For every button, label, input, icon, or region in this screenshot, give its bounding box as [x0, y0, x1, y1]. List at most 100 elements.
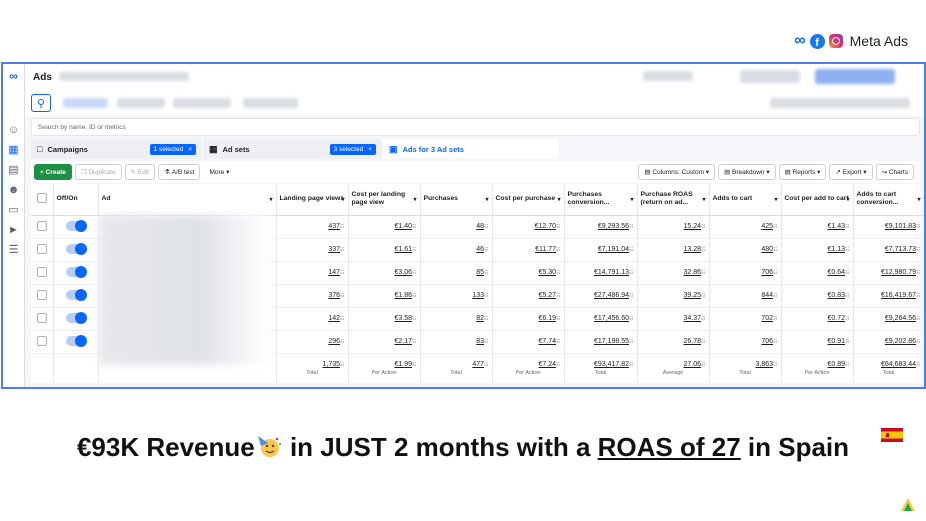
cell-purchase-roas[interactable]: 13.28 [637, 238, 710, 262]
cell-adds-to-cart-conversion[interactable]: €16,419.67 [853, 284, 924, 308]
total-cost-per-purchase[interactable]: €7.24Per Action [492, 353, 565, 383]
account-selector[interactable] [59, 72, 189, 81]
cell-cost-per-purchase[interactable]: €7.74 [492, 330, 565, 354]
cell-cost-per-purchase[interactable]: €5.30 [492, 261, 565, 285]
cell-cost-per-add-to-cart[interactable]: €0.83 [781, 284, 854, 308]
tab-campaigns[interactable]: □ Campaigns 1 selected × [31, 139, 203, 159]
account-icon[interactable]: ☺ [8, 124, 20, 136]
cell-lpv[interactable]: 376 [276, 284, 349, 308]
create-button[interactable]: + Create [34, 164, 72, 180]
duplicate-button[interactable]: ❐ Duplicate [74, 164, 122, 180]
toggle-cell[interactable] [53, 284, 99, 308]
audiences-icon[interactable]: ☻ [8, 184, 20, 196]
cell-lpv[interactable]: 437 [276, 215, 349, 239]
cell-purchases[interactable]: 85 [420, 261, 493, 285]
cell-cost-per-lpv[interactable]: €1.61 [348, 238, 421, 262]
cell-cost-per-purchase[interactable]: €5.27 [492, 284, 565, 308]
columns-button[interactable]: ▤ Columns: Custom ▾ [638, 164, 716, 180]
filter-had-delivery[interactable] [173, 98, 231, 108]
total-cost-per-add-to-cart[interactable]: €0.89Per Action [781, 353, 854, 383]
cell-purchases-conversion-value[interactable]: €9,293.56 [564, 215, 638, 239]
tab-ad-sets[interactable]: ▦ Ad sets 3 selected × [203, 139, 383, 159]
cell-purchase-roas[interactable]: 15.24 [637, 215, 710, 239]
row-checkbox-cell[interactable] [31, 330, 54, 354]
ad-toggle[interactable] [65, 288, 87, 301]
discard-drafts-button[interactable] [740, 70, 800, 83]
cell-adds-to-cart[interactable]: 844 [709, 284, 782, 308]
header-ad[interactable]: Ad ▾ [98, 184, 277, 216]
tab-ads[interactable]: ▣ Ads for 3 Ad sets [383, 139, 558, 159]
cell-purchases[interactable]: 46 [420, 238, 493, 262]
more-views[interactable] [243, 98, 298, 108]
row-checkbox[interactable] [36, 335, 47, 346]
cell-purchases-conversion-value[interactable]: €14,791.13 [564, 261, 638, 285]
cell-purchase-roas[interactable]: 26.78 [637, 330, 710, 354]
row-checkbox-cell[interactable] [31, 215, 54, 239]
cell-adds-to-cart[interactable]: 706 [709, 261, 782, 285]
header-cost-per-purchase[interactable]: Cost per purchase ▾ [492, 184, 565, 216]
cell-purchases[interactable]: 48 [420, 215, 493, 239]
header-cost-per-add-to-cart[interactable]: Cost per add to cart ▾ [781, 184, 854, 216]
cell-purchases-conversion-value[interactable]: €17,456.60 [564, 307, 638, 331]
row-checkbox-cell[interactable] [31, 238, 54, 262]
row-checkbox[interactable] [36, 266, 47, 277]
cell-cost-per-add-to-cart[interactable]: €0.91 [781, 330, 854, 354]
cell-adds-to-cart-conversion[interactable]: €9,101.83 [853, 215, 924, 239]
header-landing-page-views[interactable]: Landing page views ▾ [276, 184, 349, 216]
row-checkbox[interactable] [36, 289, 47, 300]
header-purchases[interactable]: Purchases ▾ [420, 184, 493, 216]
total-purchases[interactable]: 477Total [420, 353, 493, 383]
cell-purchases[interactable]: 83 [420, 330, 493, 354]
more-button[interactable]: More ▾ [203, 164, 236, 180]
cell-cost-per-lpv[interactable]: €1.86 [348, 284, 421, 308]
row-checkbox-cell[interactable] [31, 284, 54, 308]
toggle-cell[interactable] [53, 307, 99, 331]
cell-purchase-roas[interactable]: 32.86 [637, 261, 710, 285]
filter-all-ads[interactable] [63, 98, 108, 108]
search-icon[interactable]: ⚲ [31, 94, 51, 112]
cell-adds-to-cart-conversion[interactable]: €7,713.73 [853, 238, 924, 262]
cell-lpv[interactable]: 142 [276, 307, 349, 331]
row-checkbox[interactable] [36, 312, 47, 323]
cell-adds-to-cart-conversion[interactable]: €9,264.56 [853, 307, 924, 331]
filter-active-ads[interactable] [117, 98, 165, 108]
meta-logo-icon[interactable]: ∞ [8, 70, 20, 82]
charts-button[interactable]: ↝ Charts [875, 164, 914, 180]
ad-toggle[interactable] [65, 334, 87, 347]
row-checkbox[interactable] [36, 220, 47, 231]
cell-cost-per-lpv[interactable]: €2.17 [348, 330, 421, 354]
cell-cost-per-lpv[interactable]: €3.58 [348, 307, 421, 331]
edit-button[interactable]: ✎ Edit [124, 164, 156, 180]
header-off-on[interactable]: Off/On [53, 184, 99, 216]
ad-toggle[interactable] [65, 311, 87, 324]
export-button[interactable]: ↗ Export ▾ [829, 164, 873, 180]
cell-adds-to-cart-conversion[interactable]: €9,202.86 [853, 330, 924, 354]
cell-purchases[interactable]: 82 [420, 307, 493, 331]
total-adds-to-cart[interactable]: 3,863Total [709, 353, 782, 383]
cell-purchases-conversion-value[interactable]: €17,198.55 [564, 330, 638, 354]
billing-icon[interactable]: ▭ [8, 204, 20, 216]
cell-cost-per-lpv[interactable]: €3.06 [348, 261, 421, 285]
selected-chip[interactable]: 1 selected × [149, 143, 196, 155]
toggle-cell[interactable] [53, 238, 99, 262]
cell-cost-per-purchase[interactable]: €12.70 [492, 215, 565, 239]
row-checkbox-cell[interactable] [31, 307, 54, 331]
cell-lpv[interactable]: 296 [276, 330, 349, 354]
cell-cost-per-add-to-cart[interactable]: €0.64 [781, 261, 854, 285]
total-lpv[interactable]: 1,735Total [276, 353, 349, 383]
cell-adds-to-cart[interactable]: 425 [709, 215, 782, 239]
total-adds-to-cart-conversion[interactable]: €64,683.44Total [853, 353, 924, 383]
cell-adds-to-cart[interactable]: 480 [709, 238, 782, 262]
toggle-cell[interactable] [53, 215, 99, 239]
cell-cost-per-add-to-cart[interactable]: €0.72 [781, 307, 854, 331]
cell-purchases-conversion-value[interactable]: €7,191.04 [564, 238, 638, 262]
select-all-checkbox[interactable] [36, 192, 47, 203]
reports-button[interactable]: ▤ Reports ▾ [778, 164, 827, 180]
cell-purchase-roas[interactable]: 39.25 [637, 284, 710, 308]
ad-toggle[interactable] [65, 242, 87, 255]
ad-toggle[interactable] [65, 265, 87, 278]
cell-purchase-roas[interactable]: 34.37 [637, 307, 710, 331]
total-purchases-conversion-value[interactable]: €93,417.82Total [564, 353, 638, 383]
cell-purchases[interactable]: 133 [420, 284, 493, 308]
ab-test-button[interactable]: ⚗ A/B test [158, 164, 201, 180]
